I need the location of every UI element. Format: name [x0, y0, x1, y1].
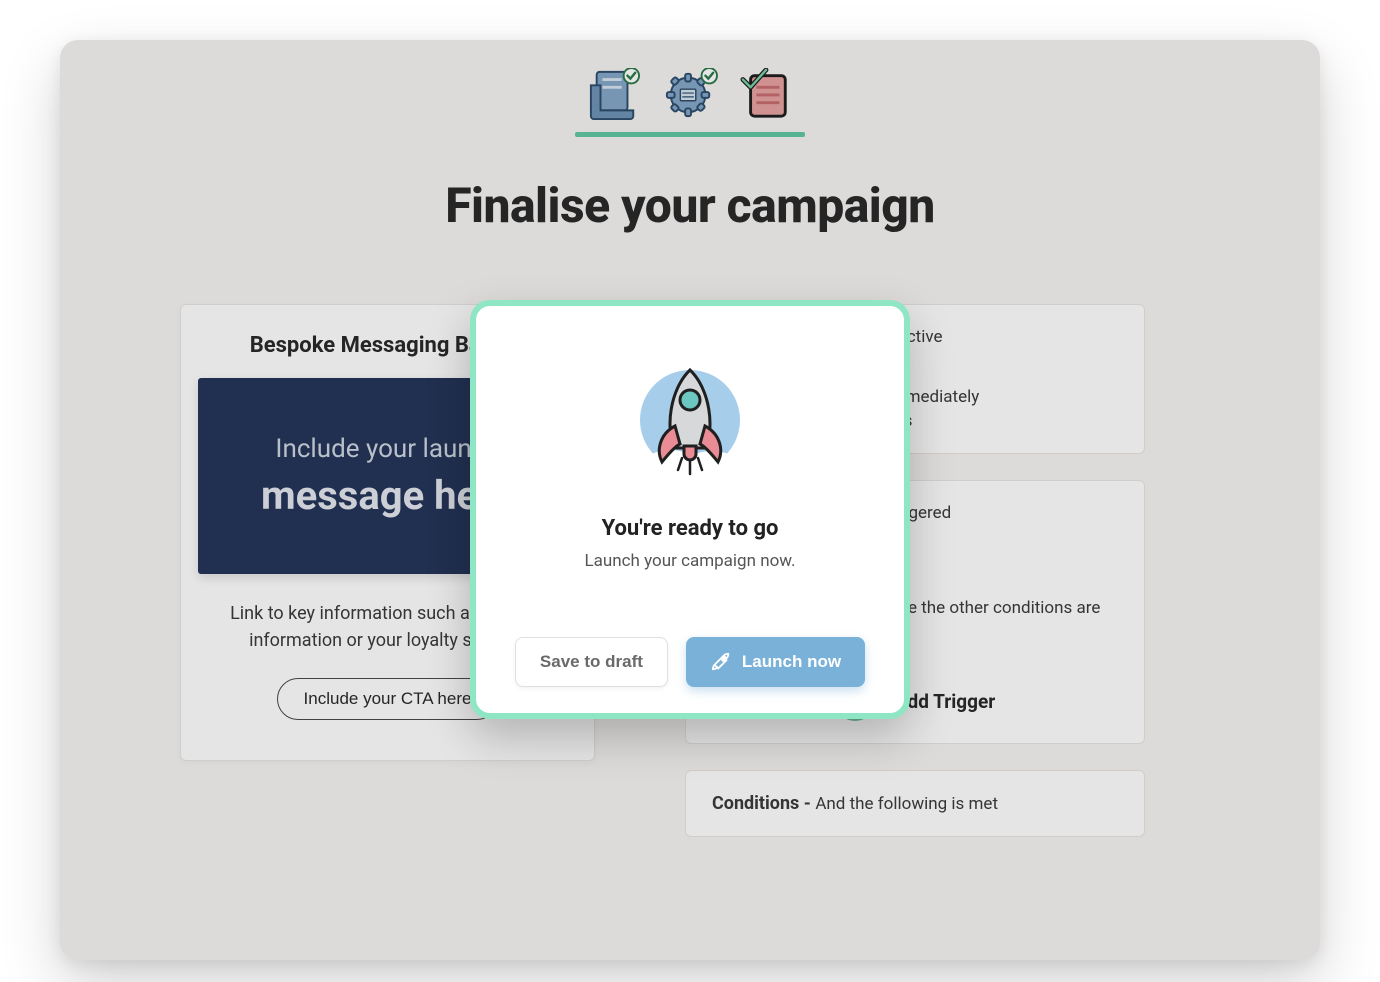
app-window: Finalise your campaign Bespoke Messaging…	[60, 40, 1320, 960]
modal-subtitle: Launch your campaign now.	[584, 551, 795, 571]
rocket-icon	[620, 344, 760, 488]
launch-now-button[interactable]: Launch now	[686, 637, 865, 687]
launch-modal: You're ready to go Launch your campaign …	[470, 300, 910, 719]
rocket-small-icon	[710, 651, 732, 673]
launch-now-label: Launch now	[742, 652, 841, 672]
modal-title: You're ready to go	[602, 516, 779, 541]
save-to-draft-button[interactable]: Save to draft	[515, 637, 668, 687]
modal-actions: Save to draft Launch now	[504, 637, 876, 687]
